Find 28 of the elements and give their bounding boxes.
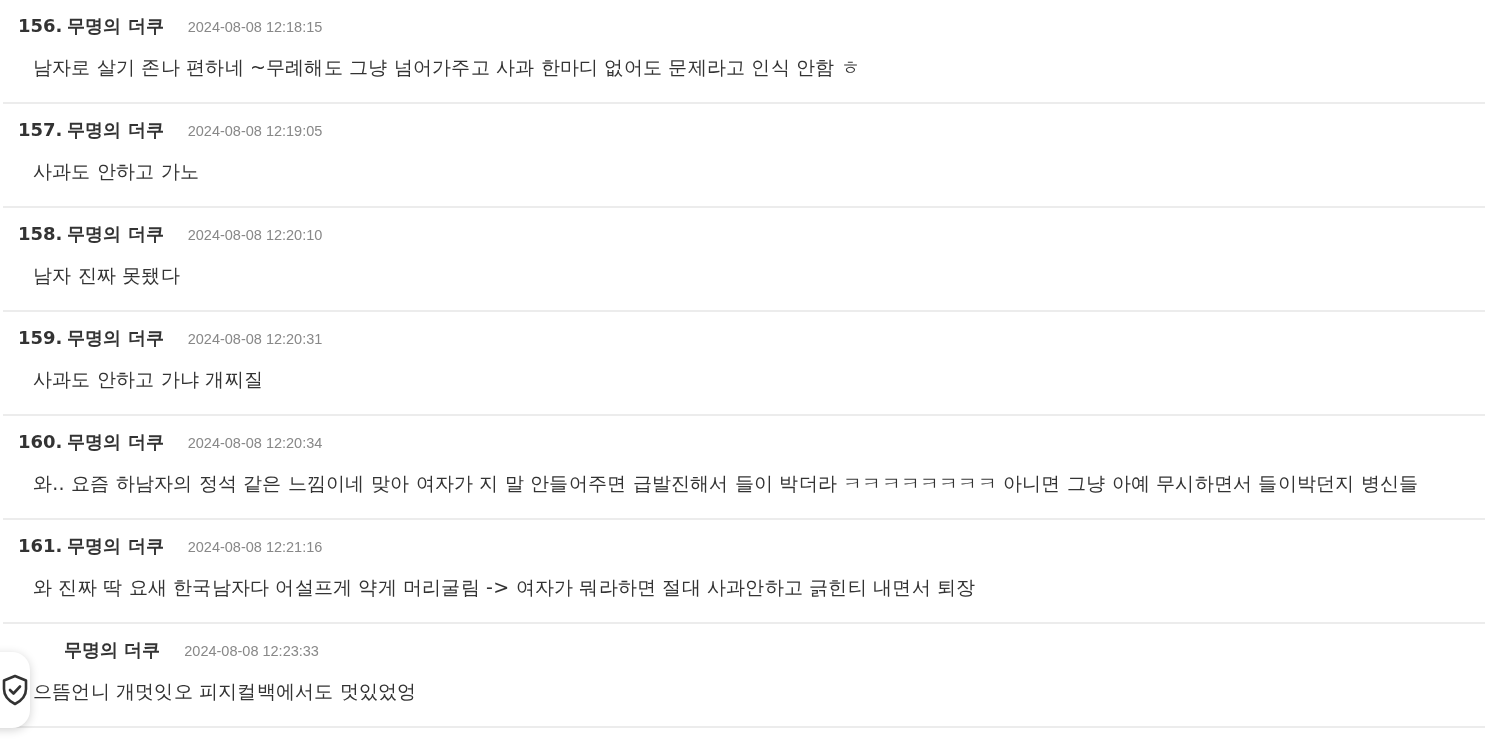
comment-text: 와.. 요즘 하남자의 정석 같은 느낌이네 맞아 여자가 지 말 안들어주면 급발진해서 들이 박더라 ㅋㅋㅋㅋㅋㅋㅋㅋ 아니면 그냥 아예 무시하면서 들이박던지 병신들 bbox=[33, 471, 1419, 496]
comment-text: 와 진짜 딱 요새 한국남자다 어설프게 약게 머리굴림 -> 여자가 뭐라하면 절대 사과안하고 긁힌티 내면서 퇴장 bbox=[33, 575, 976, 600]
comment-number: 159. bbox=[18, 327, 63, 348]
comment-time: 2024-08-08 12:20:10 bbox=[187, 227, 323, 243]
comment-number: 157. bbox=[18, 119, 63, 140]
comment-author: 무명의 더쿠 bbox=[67, 222, 164, 246]
comment-time: 2024-08-08 12:21:16 bbox=[187, 539, 323, 555]
comment-text: 남자 진짜 못됐다 bbox=[33, 263, 180, 288]
comment-time: 2024-08-08 12:20:31 bbox=[187, 331, 323, 347]
comment-number: 161. bbox=[18, 535, 63, 556]
comment-text: 남자로 살기 존나 편하네 ~무례해도 그냥 넘어가주고 사과 한마디 없어도 문제라고 인식 안함 ㅎ bbox=[33, 55, 860, 80]
comment-number: 158. bbox=[18, 223, 63, 244]
comment-author: 무명의 더쿠 bbox=[67, 118, 164, 142]
shield-check-icon bbox=[0, 673, 30, 707]
comment-number: 160. bbox=[18, 431, 63, 452]
comment-time: 2024-08-08 12:18:15 bbox=[187, 19, 323, 35]
comment-author: 무명의 더쿠 bbox=[67, 14, 164, 38]
comment-time: 2024-08-08 12:20:34 bbox=[187, 435, 323, 451]
comment-author: 무명의 더쿠 bbox=[64, 638, 161, 662]
comment-text: 사과도 안하고 가냐 개찌질 bbox=[33, 367, 263, 392]
comment-author: 무명의 더쿠 bbox=[67, 534, 164, 558]
comment-author: 무명의 더쿠 bbox=[67, 326, 164, 350]
comment-text: 으뜸언니 개멋잇오 피지컬백에서도 멋있었엉 bbox=[33, 679, 417, 704]
comment-number: 156. bbox=[18, 15, 63, 36]
comment-author: 무명의 더쿠 bbox=[67, 430, 164, 454]
comment-text: 사과도 안하고 가노 bbox=[33, 159, 200, 184]
comment-time: 2024-08-08 12:23:33 bbox=[184, 643, 319, 659]
comment-time: 2024-08-08 12:19:05 bbox=[187, 123, 323, 139]
